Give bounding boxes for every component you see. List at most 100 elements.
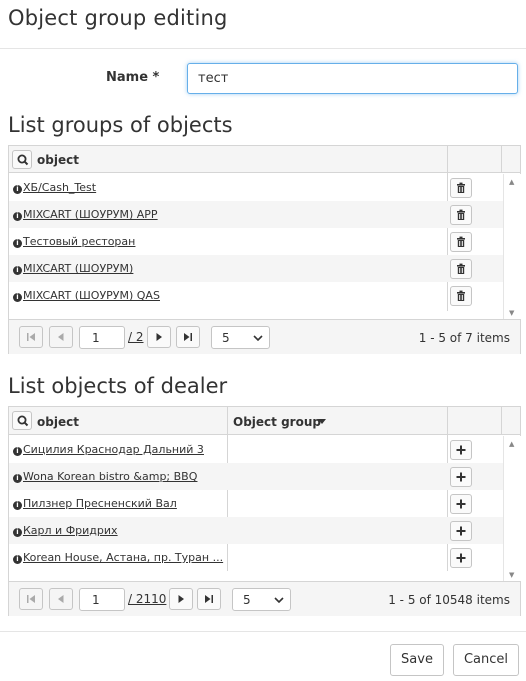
next-page-button[interactable] [147, 326, 171, 348]
delete-button[interactable] [450, 205, 472, 225]
groups-grid: object i ХБ/Cash_Test i MIXCART (ШОУРУМ) A… [8, 145, 521, 354]
plus-icon [456, 499, 466, 509]
first-page-button[interactable] [19, 326, 43, 348]
scroll-down-icon[interactable]: ▼ [509, 571, 514, 579]
last-page-button[interactable] [176, 326, 200, 348]
next-page-icon [178, 595, 184, 603]
table-row: i MIXCART (ШОУРУМ) [9, 255, 503, 282]
dealer-section-title: List objects of dealer [8, 374, 228, 398]
plus-icon [456, 553, 466, 563]
page-size-value: 5 [222, 331, 230, 345]
search-icon [17, 415, 29, 427]
groups-object-header-label: object [37, 153, 79, 167]
name-input[interactable] [187, 63, 518, 94]
dialog-title: Object group editing [8, 6, 228, 30]
table-row: i ХБ/Cash_Test [9, 174, 503, 201]
name-label: Name * [106, 70, 160, 85]
object-link[interactable]: i Wona Korean bistro &amp; BBQ [13, 470, 225, 483]
page-size-select[interactable]: 5 [232, 588, 291, 611]
search-icon [17, 154, 29, 166]
prev-page-button[interactable] [49, 588, 73, 610]
table-row: i MIXCART (ШОУРУМ) QAS [9, 282, 503, 309]
trash-icon [457, 209, 465, 220]
table-row: i Korean House, Астана, пр. Туран ... [9, 544, 503, 571]
first-page-button[interactable] [19, 588, 43, 610]
trash-icon [457, 236, 465, 247]
first-page-icon [27, 333, 35, 341]
trash-icon [457, 182, 465, 193]
next-page-icon [156, 333, 162, 341]
scroll-down-icon[interactable]: ▼ [509, 309, 514, 317]
object-link[interactable]: i Карл и Фридрих [13, 524, 225, 537]
object-link[interactable]: i Сицилия Краснодар Дальний 3 [13, 443, 225, 456]
dealer-object-header-label: object [37, 415, 79, 429]
groups-pager: / 2 5 1 - 5 of 7 items [9, 319, 520, 354]
groups-grid-header: object [9, 146, 520, 173]
trash-icon [457, 263, 465, 274]
page-count: / 2 [128, 330, 144, 344]
delete-button[interactable] [450, 286, 472, 306]
object-link[interactable]: i Пилзнер Пресненский Вал [13, 497, 225, 510]
add-to-group-button[interactable] [450, 521, 472, 541]
info-icon: i [13, 239, 22, 248]
object-link[interactable]: i Korean House, Астана, пр. Туран ... [13, 551, 225, 564]
add-to-group-button[interactable] [450, 467, 472, 487]
group-link[interactable]: i ХБ/Cash_Test [13, 181, 225, 194]
table-row: i Wona Korean bistro &amp; BBQ [9, 463, 503, 490]
info-icon: i [13, 212, 22, 221]
delete-button[interactable] [450, 178, 472, 198]
groups-object-header: object [9, 146, 448, 173]
group-link[interactable]: i Тестовый ресторан [13, 235, 225, 248]
add-to-group-button[interactable] [450, 440, 472, 460]
info-icon: i [13, 447, 22, 456]
table-row: i Карл и Фридрих [9, 517, 503, 544]
table-row: i Пилзнер Пресненский Вал [9, 490, 503, 517]
info-icon: i [13, 474, 22, 483]
cancel-button[interactable]: Cancel [453, 644, 519, 676]
scroll-up-icon[interactable]: ▲ [509, 440, 514, 448]
page-number-input[interactable] [79, 326, 125, 349]
footer-divider [0, 631, 526, 632]
last-page-icon [184, 333, 192, 341]
save-button[interactable]: Save [390, 644, 444, 676]
info-icon: i [13, 293, 22, 302]
next-page-button[interactable] [169, 588, 193, 610]
scroll-up-icon[interactable]: ▲ [509, 178, 514, 186]
delete-button[interactable] [450, 259, 472, 279]
groups-search-button[interactable] [12, 150, 32, 169]
last-page-button[interactable] [197, 588, 221, 610]
dealer-grid-header: object Object group [9, 407, 520, 435]
dealer-group-header[interactable]: Object group [228, 407, 448, 435]
group-link[interactable]: i MIXCART (ШОУРУМ) QAS [13, 289, 225, 302]
add-to-group-button[interactable] [450, 548, 472, 568]
info-icon: i [13, 501, 22, 510]
dealer-search-button[interactable] [12, 411, 32, 430]
dealer-scrollbar[interactable]: ▲ ▼ [503, 436, 521, 581]
title-divider [0, 48, 526, 49]
dealer-pager-info: 1 - 5 of 10548 items [388, 593, 510, 607]
prev-page-icon [58, 333, 64, 341]
table-row: i MIXCART (ШОУРУМ) APP [9, 201, 503, 228]
info-icon: i [13, 266, 22, 275]
plus-icon [456, 472, 466, 482]
page-size-select[interactable]: 5 [211, 326, 270, 349]
delete-button[interactable] [450, 232, 472, 252]
plus-icon [456, 445, 466, 455]
groups-scrollbar[interactable]: ▲ ▼ [503, 174, 521, 319]
groups-pager-info: 1 - 5 of 7 items [418, 331, 510, 345]
group-link[interactable]: i MIXCART (ШОУРУМ) [13, 262, 225, 275]
info-icon: i [13, 555, 22, 564]
table-row: i Тестовый ресторан [9, 228, 503, 255]
info-icon: i [13, 185, 22, 194]
add-to-group-button[interactable] [450, 494, 472, 514]
dealer-group-header-label: Object group [233, 415, 321, 429]
page-number-input[interactable] [79, 588, 125, 611]
groups-section-title: List groups of objects [8, 113, 233, 137]
sort-desc-icon [318, 419, 326, 424]
prev-page-button[interactable] [49, 326, 73, 348]
group-link[interactable]: i MIXCART (ШОУРУМ) APP [13, 208, 225, 221]
dealer-actions-header [448, 407, 502, 435]
prev-page-icon [58, 595, 64, 603]
chevron-down-icon [253, 335, 263, 341]
last-page-icon [205, 595, 213, 603]
